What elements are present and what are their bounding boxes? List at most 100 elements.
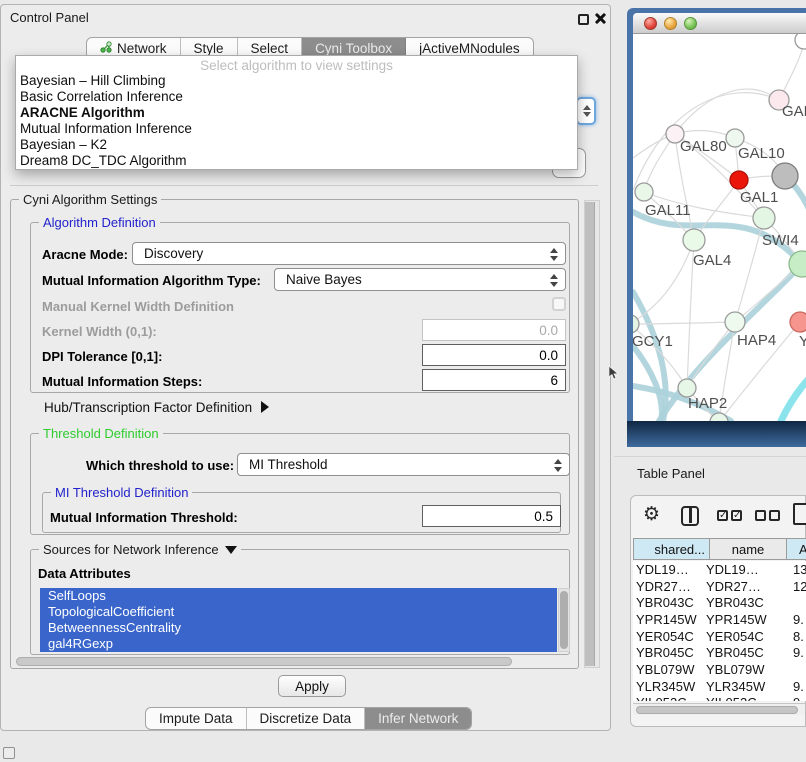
close-traffic-light-icon[interactable] [644,17,657,30]
table-body[interactable]: YDL19…YDL19…13YDR27…YDR27…12YBR043CYBR04… [633,561,806,701]
tab-impute-data[interactable]: Impute Data [146,708,247,729]
table-horizontal-scrollbar[interactable] [633,703,805,715]
which-threshold-value: MI Threshold [249,457,328,472]
mi-type-select[interactable]: Naive Bayes [274,268,566,291]
tab-label: Network [117,41,167,56]
table-cell: YBR045C [633,645,706,660]
network-node-gal1[interactable] [730,171,748,189]
sources-group-title[interactable]: Sources for Network Inference [39,542,241,557]
table-cell: YBR045C [706,645,793,660]
aracne-mode-label: Aracne Mode: [42,247,128,262]
table-cell: YIL052C [706,695,793,701]
dpi-tolerance-input[interactable]: 0.0 [422,344,566,366]
gear-icon[interactable] [643,503,660,526]
network-node-gal11[interactable] [635,183,653,201]
checked-box-icon[interactable]: ✓ [731,510,742,521]
algorithm-option[interactable]: ARACNE Algorithm [16,105,577,121]
attribute-item[interactable]: SelfLoops [40,588,557,604]
tab-label: Impute Data [159,711,233,726]
unchecked-box-icon[interactable] [769,510,780,521]
mi-threshold-input[interactable]: 0.5 [422,505,561,527]
table-row[interactable]: YDL19…YDL19…13 [633,561,806,578]
control-panel-title: Control Panel [10,10,89,25]
algorithm-option[interactable]: Bayesian – Hill Climbing [16,73,577,89]
manual-kernel-checkbox[interactable] [552,297,566,311]
threshold-definition-title: Threshold Definition [39,426,163,441]
attribute-item[interactable]: gal4RGexp [40,636,557,652]
algorithm-option[interactable]: Mutual Information Inference [16,121,577,137]
tab-label: Infer Network [378,711,458,726]
columns-icon[interactable] [681,506,699,526]
settings-vertical-scrollbar[interactable] [584,200,600,668]
network-node-gal4[interactable] [683,229,705,251]
hub-definition-toggle[interactable]: Hub/Transcription Factor Definition [44,400,269,415]
network-node-label: GAL10 [738,145,785,162]
network-node-label: GAL4 [693,252,731,269]
network-edge [675,89,779,134]
network-node[interactable] [753,207,775,229]
table-row[interactable]: YLR345WYLR345W9. [633,678,806,695]
network-node-y[interactable] [790,312,806,332]
checked-box-icon[interactable]: ✓ [717,510,728,521]
kernel-width-input[interactable]: 0.0 [422,319,566,341]
mi-steps-input[interactable]: 6 [422,369,566,391]
spinner-arrows-icon [550,273,558,288]
table-cell: 12 [793,579,806,594]
table-row[interactable]: YBR045CYBR045C9. [633,644,806,661]
column-header-shared-name[interactable]: shared... [633,538,710,560]
table-row[interactable]: YIL052CYIL052C9 [633,695,806,702]
network-canvas[interactable]: GALGAL80GAL10GAL1GAL11GAL4SWI4GCY1HAP4YH… [633,34,806,421]
unchecked-box-icon[interactable] [755,510,766,521]
network-node[interactable] [772,163,798,189]
which-threshold-select[interactable]: MI Threshold [237,453,570,476]
network-node-hap4[interactable] [725,312,745,332]
table-cell: YBR043C [706,595,793,610]
manual-kernel-label: Manual Kernel Width Definition [42,299,234,314]
apply-button[interactable]: Apply [278,675,346,697]
table-row[interactable]: YBR043CYBR043C [633,594,806,611]
tab-label: jActiveMNodules [419,41,520,56]
algorithm-option[interactable]: Basic Correlation Inference [16,89,577,105]
desktop: Control Panel NetworkStyleSelectCyni Too… [0,0,806,762]
network-window-titlebar[interactable] [633,13,806,34]
network-node-label: SWI4 [762,232,799,249]
network-node[interactable] [795,34,806,49]
document-icon[interactable] [793,503,806,525]
close-icon[interactable] [594,12,607,25]
table-cell: 13 [793,562,806,577]
algorithm-dropdown-popup: Select algorithm to view settings Bayesi… [15,55,578,170]
tab-infer-network[interactable]: Infer Network [365,708,471,729]
tab-discretize-data[interactable]: Discretize Data [247,708,366,729]
minimized-panel-icon[interactable] [3,747,15,759]
tab-label: Select [251,41,289,56]
table-row[interactable]: YPR145WYPR145W9. [633,611,806,628]
algorithm-option[interactable]: Bayesian – K2 [16,137,577,153]
data-attributes-list[interactable]: SelfLoopsTopologicalCoefficientBetweenne… [40,588,557,652]
column-header-name[interactable]: name [709,538,787,560]
settings-horizontal-scrollbar[interactable] [14,656,578,668]
float-window-icon[interactable] [578,14,589,25]
column-header-partial[interactable]: A [786,538,806,560]
minimize-traffic-light-icon[interactable] [664,17,677,30]
network-icon [100,41,112,56]
network-node-label: GAL1 [740,189,778,206]
network-node-label: GCY1 [633,333,673,350]
tab-label: Cyni Toolbox [315,41,392,56]
attributes-scrollbar[interactable] [558,588,570,652]
table-row[interactable]: YBL079WYBL079W [633,661,806,678]
table-cell: YPR145W [706,612,793,627]
network-node-label: GAL80 [680,138,727,155]
attribute-item[interactable]: TopologicalCoefficient [40,604,557,620]
zoom-traffic-light-icon[interactable] [684,17,697,30]
aracne-mode-value: Discovery [144,246,203,261]
table-cell: YPR145W [633,612,706,627]
table-row[interactable]: YER054CYER054C8. [633,628,806,645]
network-edge [781,360,806,421]
algorithm-option[interactable]: Dream8 DC_TDC Algorithm [16,153,577,169]
algorithm-combobox-arrow[interactable] [576,97,596,125]
collapse-down-icon [225,546,237,554]
table-row[interactable]: YDR27…YDR27…12 [633,578,806,595]
aracne-mode-select[interactable]: Discovery [132,242,566,265]
attribute-item[interactable]: BetweennessCentrality [40,620,557,636]
network-node-gcy1[interactable] [633,315,639,333]
